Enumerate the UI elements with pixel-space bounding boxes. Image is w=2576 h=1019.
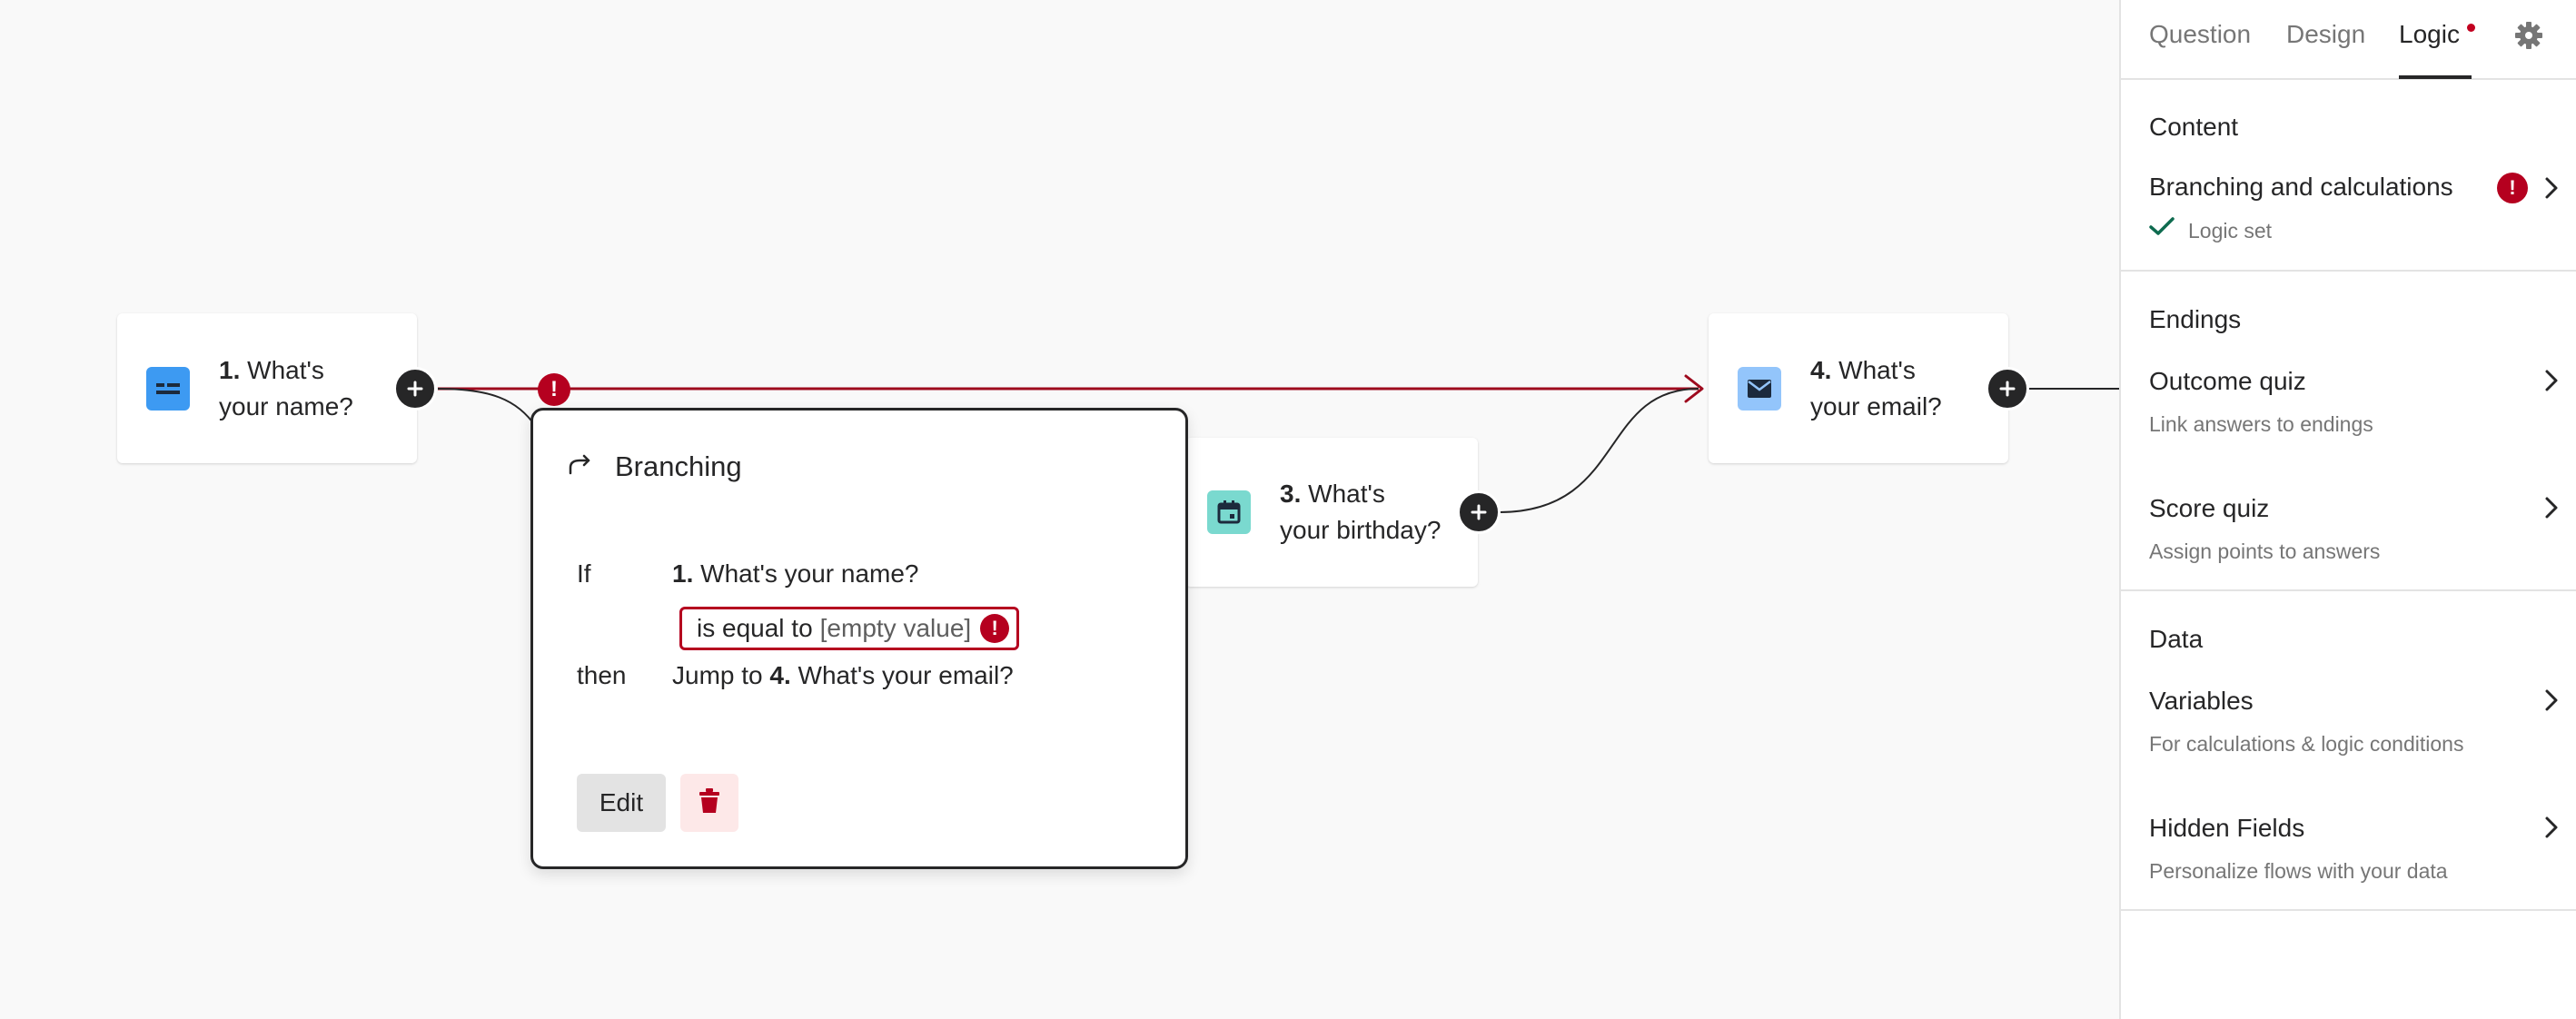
- question-node-1-label: 1. What's your name?: [219, 355, 353, 420]
- chevron-right-icon[interactable]: [2544, 369, 2559, 397]
- default-edge-3-to-4: [1498, 388, 1699, 513]
- variables-subtitle: For calculations & logic conditions: [2149, 732, 2464, 756]
- question-node-1[interactable]: 1. What's your name?: [117, 313, 417, 463]
- active-tab-indicator: [2399, 75, 2472, 79]
- chevron-right-icon[interactable]: [2544, 496, 2559, 524]
- delete-button[interactable]: [680, 774, 738, 832]
- hidden-fields-item[interactable]: Hidden Fields: [2149, 814, 2304, 843]
- score-quiz-subtitle: Assign points to answers: [2149, 539, 2381, 563]
- divider: [2121, 270, 2576, 272]
- short-text-icon: [146, 366, 190, 411]
- data-section-title: Data: [2149, 625, 2204, 653]
- content-section-title: Content: [2149, 113, 2239, 141]
- condition-value: [empty value]: [819, 614, 972, 642]
- branching-calculations-item[interactable]: Branching and calculations: [2149, 173, 2453, 202]
- tab-logic[interactable]: Logic: [2399, 20, 2460, 49]
- endings-section-title: Endings: [2149, 305, 2242, 333]
- then-jump-target: Jump to 4. What's your email?: [672, 661, 1014, 689]
- score-quiz-item[interactable]: Score quiz: [2149, 494, 2269, 523]
- popup-title: Branching: [615, 450, 742, 482]
- trash-icon: [698, 787, 720, 818]
- logic-side-panel: Question Design Logic Content Branching …: [2119, 0, 2576, 1019]
- chevron-right-icon[interactable]: [2544, 816, 2559, 844]
- chevron-right-icon[interactable]: [2544, 688, 2559, 717]
- envelope-icon: [1738, 366, 1781, 411]
- if-question: 1. What's your name?: [672, 559, 919, 588]
- edge-error-icon[interactable]: !: [538, 373, 570, 406]
- tab-question[interactable]: Question: [2149, 20, 2251, 49]
- app-root: 1. What's your name? 3. What's your birt…: [0, 0, 2576, 1019]
- condition-error-field[interactable]: is equal to [empty value] !: [679, 607, 1020, 650]
- logic-map-canvas[interactable]: 1. What's your name? 3. What's your birt…: [0, 0, 2119, 1019]
- question-node-4-label: 4. What's your email?: [1810, 355, 1942, 420]
- condition-operator: is equal to: [697, 614, 813, 642]
- outcome-quiz-item[interactable]: Outcome quiz: [2149, 367, 2306, 396]
- default-edge-1: [437, 388, 537, 428]
- condition-error-icon: !: [980, 614, 1010, 643]
- question-node-4[interactable]: 4. What's your email?: [1709, 313, 2008, 463]
- branching-error-icon: !: [2497, 173, 2528, 203]
- branching-popup: Branching If 1. What's your name? is equ…: [530, 408, 1188, 869]
- hidden-fields-subtitle: Personalize flows with your data: [2149, 859, 2448, 883]
- tab-design[interactable]: Design: [2286, 20, 2365, 49]
- if-label: If: [577, 559, 591, 588]
- logic-set-status: Logic set: [2188, 219, 2273, 242]
- popup-header: Branching: [566, 450, 742, 483]
- variables-item[interactable]: Variables: [2149, 687, 2254, 716]
- then-label: then: [577, 661, 627, 689]
- question-node-3[interactable]: 3. What's your birthday?: [1185, 438, 1478, 587]
- chevron-right-icon[interactable]: [2544, 176, 2559, 204]
- add-after-node-1-button[interactable]: [393, 367, 437, 411]
- add-after-node-3-button[interactable]: [1457, 490, 1501, 534]
- panel-tabs: Question Design Logic: [2121, 0, 2576, 80]
- divider: [2121, 589, 2576, 591]
- outcome-quiz-subtitle: Link answers to endings: [2149, 412, 2373, 436]
- edit-button[interactable]: Edit: [577, 774, 666, 832]
- check-icon: [2149, 216, 2175, 241]
- add-after-node-4-button[interactable]: [1986, 367, 2029, 411]
- question-node-3-label: 3. What's your birthday?: [1280, 480, 1442, 544]
- gear-icon[interactable]: [2513, 20, 2544, 55]
- redirect-arrow-icon: [566, 451, 593, 483]
- logic-tab-alert-dot: [2467, 24, 2475, 32]
- divider: [2121, 909, 2576, 911]
- calendar-icon: [1207, 490, 1251, 534]
